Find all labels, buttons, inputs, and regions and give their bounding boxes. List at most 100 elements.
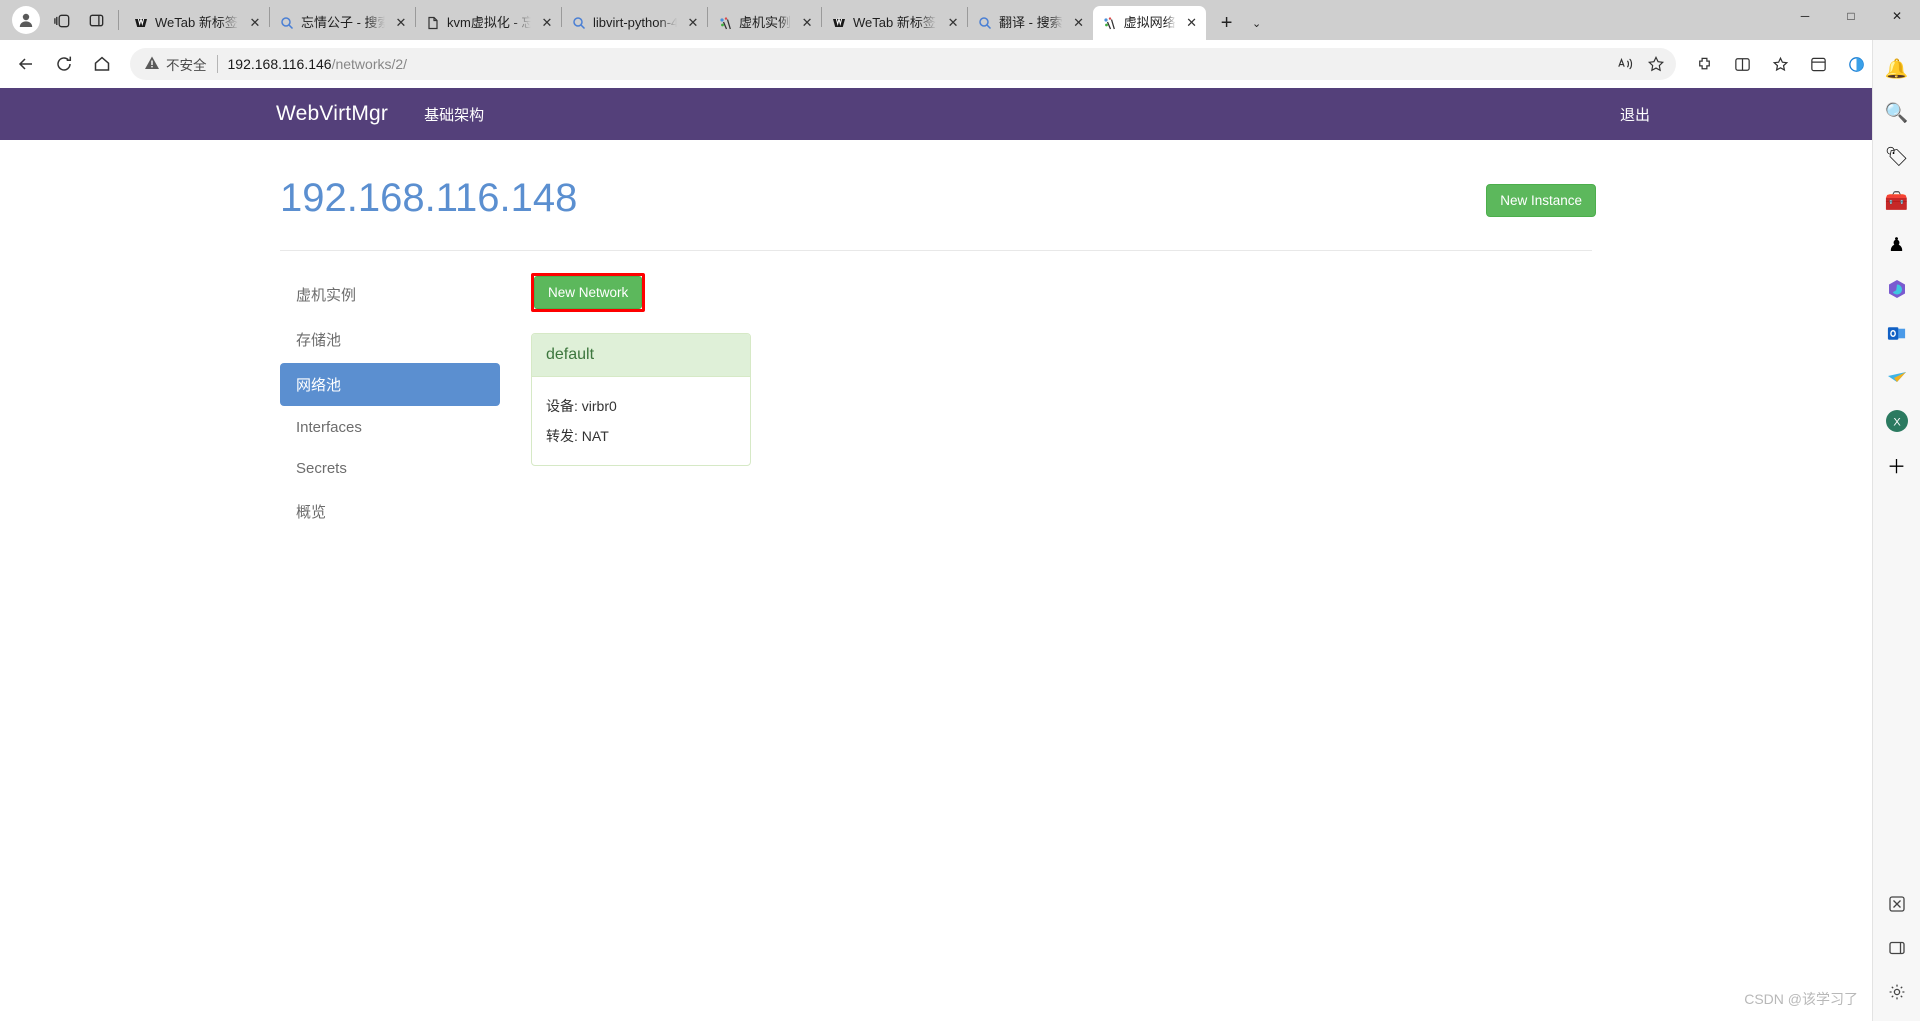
maximize-button[interactable]: □ (1828, 0, 1874, 32)
sidebar-item-secrets[interactable]: Secrets (280, 449, 500, 488)
shopping-cart-icon[interactable] (1882, 362, 1912, 392)
tab-close-button[interactable]: ✕ (245, 13, 265, 33)
tab-close-button[interactable]: ✕ (537, 13, 557, 33)
warning-triangle-icon (144, 55, 160, 74)
wetab-icon (831, 15, 847, 31)
wetab-icon (133, 15, 149, 31)
search-icon (279, 15, 295, 31)
browser-tab[interactable]: 忘情公子 - 搜索 ✕ (270, 6, 415, 40)
search-icon (571, 15, 587, 31)
read-aloud-icon[interactable] (1612, 50, 1640, 78)
sidebar-item-storages[interactable]: 存储池 (280, 318, 500, 361)
browser-essentials-icon[interactable] (1838, 46, 1874, 82)
network-card[interactable]: default 设备: virbr0 转发: NAT (531, 333, 751, 466)
tab-list-chevron-down-icon[interactable]: ⌄ (1244, 8, 1270, 38)
tab-close-button[interactable]: ✕ (1069, 13, 1089, 33)
page-title: 192.168.116.148 (280, 176, 578, 220)
customize-sidebar-icon[interactable] (1882, 889, 1912, 919)
games-icon[interactable]: ♟ (1882, 230, 1912, 260)
new-tab-button[interactable]: + (1212, 8, 1242, 38)
new-instance-button[interactable]: New Instance (1486, 184, 1596, 217)
network-device-label: 设备: (546, 398, 578, 414)
tab-title: libvirt-python-4 (593, 15, 677, 30)
app-navbar: WebVirtMgr 基础架构 退出 (0, 88, 1872, 140)
toolbar-divider (118, 10, 119, 30)
url-text: 192.168.116.146/networks/2/ (228, 56, 1613, 72)
workspaces-icon[interactable] (45, 3, 79, 37)
page-container: 192.168.116.148 New Instance 虚机实例 存储池 网络… (0, 176, 1872, 535)
watermark: CSDN @该学习了 (1744, 991, 1858, 1007)
omnibox-divider (216, 55, 218, 73)
security-warning[interactable]: 不安全 (144, 54, 207, 74)
omnibox-actions (1612, 50, 1670, 78)
search-icon (977, 15, 993, 31)
tab-title: 忘情公子 - 搜索 (301, 15, 385, 30)
tab-title: 翻译 - 搜索 (999, 15, 1063, 30)
nav-link-infrastructure[interactable]: 基础架构 (424, 104, 484, 125)
sidebar-item-networks[interactable]: 网络池 (280, 363, 500, 406)
webvirtmgr-icon (1102, 15, 1118, 31)
back-button[interactable] (8, 46, 44, 82)
browser-window: WeTab 新标签页 ✕ 忘情公子 - 搜索 ✕ kvm虚拟化 - 忘 ✕ li… (0, 0, 1920, 1021)
home-button[interactable] (84, 46, 120, 82)
sidebar-item-overview[interactable]: 概览 (280, 490, 500, 533)
extensions-icon[interactable] (1686, 46, 1722, 82)
tab-close-button[interactable]: ✕ (391, 13, 411, 33)
page-viewport: WebVirtMgr 基础架构 退出 192.168.116.148 New I… (0, 88, 1872, 1021)
notifications-bell-icon[interactable]: 🔔 (1882, 54, 1912, 84)
header-divider (280, 250, 1592, 251)
add-sidebar-app-icon[interactable]: ＋ (1882, 450, 1912, 480)
tab-close-button[interactable]: ✕ (683, 13, 703, 33)
network-device-row: 设备: virbr0 (546, 391, 736, 421)
browser-tab[interactable]: WeTab 新标签页 ✕ (822, 6, 967, 40)
sidebar-toggle-icon[interactable] (1882, 933, 1912, 963)
edge-sidebar: 🔔 🔍 🏷 🧰 ♟ X ＋ (1872, 40, 1920, 1021)
new-network-button[interactable]: New Network (534, 276, 643, 309)
favorite-star-icon[interactable] (1642, 50, 1670, 78)
tab-close-button[interactable]: ✕ (797, 13, 817, 33)
tab-title: 虚拟网络 (1123, 15, 1176, 30)
browser-tab[interactable]: WeTab 新标签页 ✕ (124, 6, 269, 40)
microsoft-365-icon[interactable] (1882, 274, 1912, 304)
tab-title: WeTab 新标签页 (853, 15, 937, 30)
network-forward-value: NAT (581, 428, 609, 444)
browser-address-bar: 不安全 192.168.116.146/networks/2/ (0, 40, 1920, 88)
browser-tab-active[interactable]: 虚拟网络 ✕ (1092, 6, 1206, 40)
omnibox[interactable]: 不安全 192.168.116.146/networks/2/ (130, 48, 1676, 80)
profile-avatar-icon[interactable] (12, 6, 40, 34)
browser-tab[interactable]: 虚机实例 ✕ (708, 6, 821, 40)
tools-briefcase-icon[interactable]: 🧰 (1882, 186, 1912, 216)
network-device-value: virbr0 (581, 398, 617, 414)
window-controls: ─ □ ✕ (1782, 0, 1920, 40)
logout-link[interactable]: 退出 (1620, 104, 1650, 125)
tab-title: 虚机实例 (739, 15, 792, 30)
outlook-icon[interactable] (1882, 318, 1912, 348)
reload-button[interactable] (46, 46, 82, 82)
shopping-tag-icon[interactable]: 🏷 (1882, 142, 1912, 172)
network-card-body: 设备: virbr0 转发: NAT (532, 377, 750, 465)
browser-tab[interactable]: 翻译 - 搜索 ✕ (968, 6, 1093, 40)
sidebar-item-instances[interactable]: 虚机实例 (280, 273, 500, 316)
search-icon[interactable]: 🔍 (1882, 98, 1912, 128)
sidebar-settings-icon[interactable] (1882, 977, 1912, 1007)
excel-icon[interactable]: X (1882, 406, 1912, 436)
sidebar-item-interfaces[interactable]: Interfaces (280, 408, 500, 447)
svg-text:X: X (1893, 417, 1901, 429)
collections-icon[interactable] (1762, 46, 1798, 82)
side-nav: 虚机实例 存储池 网络池 Interfaces Secrets 概览 (280, 273, 500, 535)
network-forward-label: 转发: (546, 428, 578, 444)
url-path: /networks/2/ (331, 56, 408, 72)
tab-close-button[interactable]: ✕ (943, 13, 963, 33)
app-brand[interactable]: WebVirtMgr (276, 102, 388, 126)
browser-tab[interactable]: kvm虚拟化 - 忘 ✕ (416, 6, 561, 40)
split-screen-icon[interactable] (1724, 46, 1760, 82)
tab-close-button[interactable]: ✕ (1182, 13, 1202, 33)
tab-actions-icon[interactable] (79, 3, 113, 37)
tab-title: WeTab 新标签页 (155, 15, 239, 30)
close-window-button[interactable]: ✕ (1874, 0, 1920, 32)
url-host: 192.168.116.146 (227, 56, 332, 72)
page-body: 虚机实例 存储池 网络池 Interfaces Secrets 概览 New N… (0, 273, 1872, 535)
favorites-bar-icon[interactable] (1800, 46, 1836, 82)
browser-tab[interactable]: libvirt-python-4 ✕ (562, 6, 707, 40)
minimize-button[interactable]: ─ (1782, 0, 1828, 32)
